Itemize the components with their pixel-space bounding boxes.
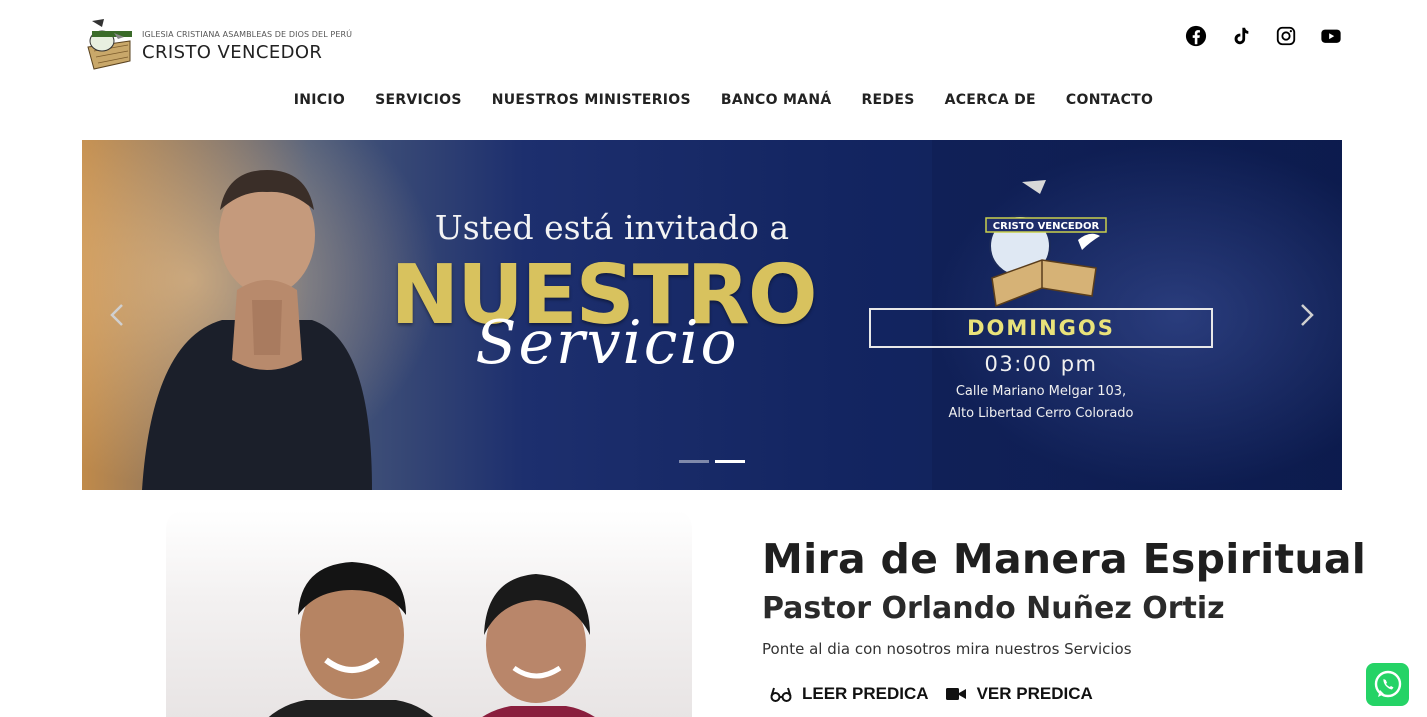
slider-dot-2[interactable] [715, 460, 745, 463]
facebook-link[interactable] [1184, 24, 1208, 48]
logo-subtitle: IGLESIA CRISTIANA ASAMBLEAS DE DIOS DEL … [142, 29, 353, 39]
pastor-section-title: Mira de Manera Espiritual [762, 535, 1367, 583]
church-logo-title: CRISTO VENCEDOR [993, 221, 1100, 232]
slider-dot-1[interactable] [679, 460, 709, 463]
instagram-link[interactable] [1274, 24, 1298, 48]
nav-item-inicio[interactable]: INICIO [294, 92, 345, 108]
watch-sermon-label: VER PREDICA [976, 684, 1093, 703]
chevron-right-icon [1301, 304, 1314, 326]
church-emblem-icon [84, 17, 134, 75]
main-navigation: INICIO SERVICIOS NUESTROS MINISTERIOS BA… [0, 92, 1427, 108]
service-time: 03:00 pm [984, 352, 1098, 376]
instagram-icon [1276, 26, 1296, 46]
chevron-left-icon [110, 304, 123, 326]
glasses-icon [770, 687, 792, 702]
site-logo[interactable]: IGLESIA CRISTIANA ASAMBLEAS DE DIOS DEL … [84, 16, 374, 76]
nav-item-acerca-de[interactable]: ACERCA DE [945, 92, 1036, 108]
pastor-couple-image [268, 562, 595, 717]
nav-item-ministerios[interactable]: NUESTROS MINISTERIOS [492, 92, 691, 108]
hero-script-text: Servicio [475, 308, 739, 378]
tiktok-icon [1234, 27, 1249, 45]
read-sermon-button[interactable]: LEER PREDICA [770, 684, 929, 704]
logo-title: CRISTO VENCEDOR [142, 41, 323, 63]
service-address-line2: Alto Libertad Cerro Colorado [948, 406, 1134, 421]
service-day-box: DOMINGOS [869, 308, 1213, 348]
facebook-icon [1185, 25, 1207, 47]
pastor-description: Ponte al dia con nosotros mira nuestros … [762, 640, 1132, 658]
video-camera-icon [945, 688, 966, 700]
sermon-actions: LEER PREDICA VER PREDICA [770, 684, 1093, 704]
slider-indicators [679, 460, 745, 463]
praying-man-image [142, 170, 372, 490]
tiktok-link[interactable] [1229, 24, 1253, 48]
whatsapp-icon [1374, 670, 1401, 697]
nav-item-banco-mana[interactable]: BANCO MANÁ [721, 92, 832, 108]
hero-invite-text: Usted está invitado a [434, 208, 790, 247]
youtube-icon [1321, 29, 1341, 43]
pastor-name: Pastor Orlando Nuñez Ortiz [762, 591, 1225, 626]
hero-slider: Usted está invitado a NUESTRO Servicio C… [82, 140, 1342, 490]
church-logo-icon: CRISTO VENCEDOR [985, 180, 1107, 308]
whatsapp-chat-button[interactable] [1366, 663, 1409, 706]
nav-item-redes[interactable]: REDES [861, 92, 914, 108]
nav-item-contacto[interactable]: CONTACTO [1066, 92, 1153, 108]
pastor-photo [166, 510, 692, 717]
youtube-link[interactable] [1319, 24, 1343, 48]
slider-next-button[interactable] [1292, 300, 1322, 330]
service-day: DOMINGOS [967, 316, 1115, 340]
read-sermon-label: LEER PREDICA [802, 684, 929, 703]
social-links [1184, 24, 1343, 48]
slider-prev-button[interactable] [102, 300, 132, 330]
watch-sermon-button[interactable]: VER PREDICA [945, 684, 1093, 704]
nav-item-servicios[interactable]: SERVICIOS [375, 92, 462, 108]
service-address-line1: Calle Mariano Melgar 103, [955, 384, 1127, 399]
